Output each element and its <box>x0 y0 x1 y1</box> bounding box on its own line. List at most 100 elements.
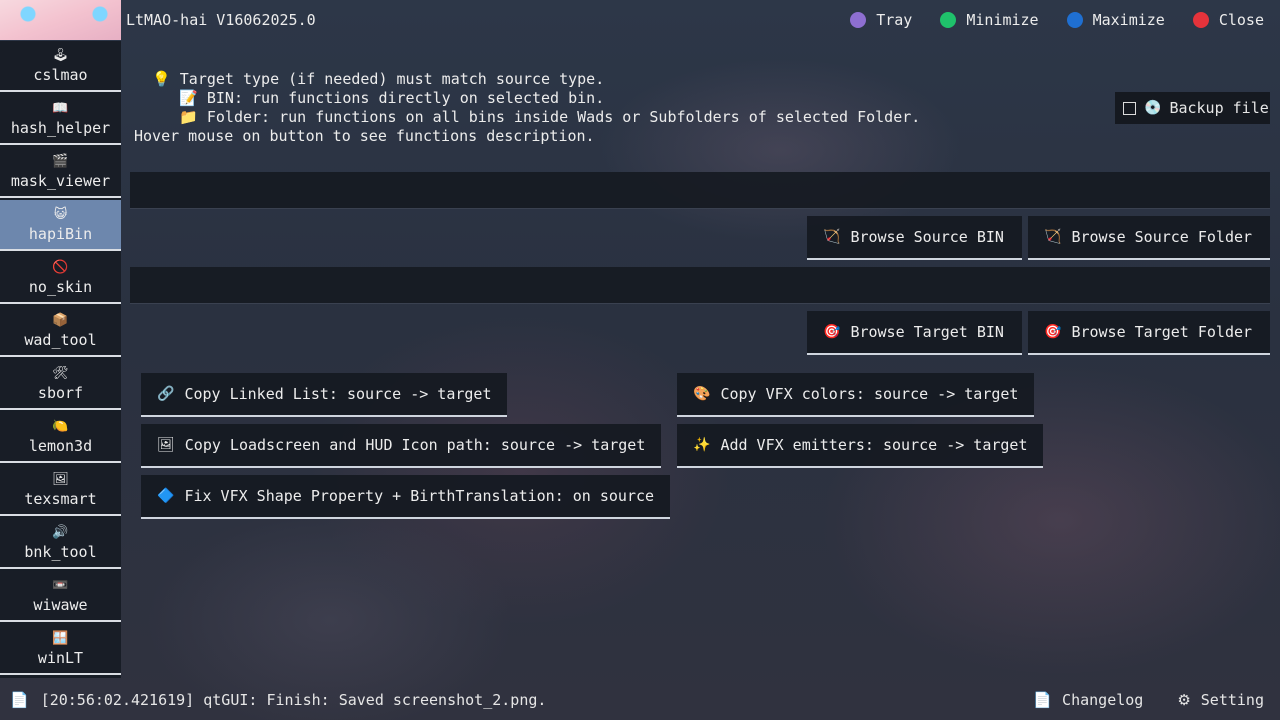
minimize-button[interactable]: Minimize <box>940 11 1039 29</box>
info-line-1: Target type (if needed) must match sourc… <box>179 70 605 88</box>
changelog-button[interactable]: 📄 Changelog <box>1033 691 1143 709</box>
add-vfx-emitters-button[interactable]: ✨ Add VFX emitters: source -> target <box>677 424 1044 468</box>
sidebar-item-wiwawe[interactable]: 📼 wiwawe <box>0 571 121 622</box>
target-path-input[interactable] <box>130 267 1270 304</box>
sidebar-item-mask-viewer[interactable]: 🎬 mask_viewer <box>0 147 121 198</box>
sidebar-item-no-skin[interactable]: 🚫 no_skin <box>0 253 121 304</box>
picture-icon: 🖼 <box>157 437 175 453</box>
log-message: [20:56:02.421619] qtGUI: Finish: Saved s… <box>40 691 547 709</box>
sidebar-item-hash-helper[interactable]: 📖 hash_helper <box>0 94 121 145</box>
minimize-dot-icon <box>940 12 957 28</box>
diamond-icon: 🔷 <box>157 488 175 504</box>
log-area: 📄 [20:56:02.421619] qtGUI: Finish: Saved… <box>10 691 546 709</box>
info-line-3: Folder: run functions on all bins inside… <box>206 108 921 126</box>
cassette-icon: 📼 <box>52 577 69 593</box>
info-line-2: BIN: run functions directly on selected … <box>206 89 605 107</box>
folder-icon: 📁 <box>179 108 198 126</box>
picture-icon: 🖼 <box>52 471 69 487</box>
sidebar-item-label: hash_helper <box>10 118 111 137</box>
sidebar-item-label: lemon3d <box>28 436 93 455</box>
fix-vfx-shape-button[interactable]: 🔷 Fix VFX Shape Property + BirthTranslat… <box>141 475 671 519</box>
lemon-icon: 🍋 <box>52 418 69 434</box>
sidebar-item-label: texsmart <box>24 489 97 508</box>
tray-dot-icon <box>850 12 867 28</box>
browse-source-bin-button[interactable]: 🏹 Browse Source BIN <box>807 216 1022 260</box>
link-icon: 🔗 <box>157 386 175 402</box>
speaker-icon: 🔊 <box>52 524 69 540</box>
sidebar-item-texsmart[interactable]: 🖼 texsmart <box>0 465 121 516</box>
sidebar-item-wad-tool[interactable]: 📦 wad_tool <box>0 306 121 357</box>
sidebar: 🕹 cslmao 📖 hash_helper 🎬 mask_viewer 😺 h… <box>0 41 121 678</box>
fix-vfx-shape-label: Fix VFX Shape Property + BirthTranslatio… <box>184 487 655 505</box>
document-icon: 📄 <box>10 691 29 709</box>
copy-loadscreen-hud-button[interactable]: 🖼 Copy Loadscreen and HUD Icon path: sou… <box>141 424 662 468</box>
package-icon: 📦 <box>52 312 69 328</box>
copy-vfx-colors-label: Copy VFX colors: source -> target <box>720 385 1019 403</box>
sidebar-item-label: bnk_tool <box>24 542 97 561</box>
status-bar: 📄 [20:56:02.421619] qtGUI: Finish: Saved… <box>0 680 1280 720</box>
target-icon: 🎯 <box>823 324 841 340</box>
info-line-4: Hover mouse on button to see functions d… <box>134 127 595 145</box>
browse-source-folder-label: Browse Source Folder <box>1071 228 1253 246</box>
backup-file-checkbox[interactable]: 💿 Backup file <box>1115 92 1270 124</box>
changelog-label: Changelog <box>1062 691 1144 709</box>
disc-icon: 💿 <box>1144 100 1162 116</box>
sidebar-item-winlt[interactable]: 🪟 winLT <box>0 624 121 675</box>
source-path-input[interactable] <box>130 172 1270 209</box>
browse-target-bin-label: Browse Target BIN <box>850 323 1004 341</box>
browse-target-folder-label: Browse Target Folder <box>1071 323 1253 341</box>
sparkles-icon: ✨ <box>693 437 711 453</box>
browse-source-bin-label: Browse Source BIN <box>850 228 1004 246</box>
prohibited-icon: 🚫 <box>52 259 69 275</box>
close-dot-icon <box>1192 12 1209 28</box>
copy-linked-list-button[interactable]: 🔗 Copy Linked List: source -> target <box>141 373 508 417</box>
browse-target-folder-button[interactable]: 🎯 Browse Target Folder <box>1028 311 1270 355</box>
close-button[interactable]: Close <box>1192 11 1264 29</box>
target-icon: 🎯 <box>1044 324 1062 340</box>
avatar <box>0 0 121 40</box>
joystick-icon: 🕹 <box>52 47 69 63</box>
checkbox-icon[interactable] <box>1123 101 1136 115</box>
palette-icon: 🎨 <box>693 386 711 402</box>
gear-icon: ⚙ <box>1177 691 1191 709</box>
sidebar-item-lemon3d[interactable]: 🍋 lemon3d <box>0 412 121 463</box>
setting-button[interactable]: ⚙ Setting <box>1177 691 1264 709</box>
sidebar-item-label: sborf <box>37 383 84 402</box>
title-bar: LtMAO-hai V16062025.0 Tray Minimize Maxi… <box>0 0 1280 42</box>
cat-face-icon: 😺 <box>53 206 68 222</box>
backup-file-label: Backup file <box>1169 99 1269 117</box>
book-icon: 📖 <box>52 100 69 116</box>
window-icon: 🪟 <box>52 630 69 646</box>
sidebar-item-label: cslmao <box>33 65 88 84</box>
sidebar-item-cslmao[interactable]: 🕹 cslmao <box>0 41 121 92</box>
memo-icon: 📝 <box>179 89 198 107</box>
sidebar-item-label: winLT <box>37 648 84 667</box>
maximize-button[interactable]: Maximize <box>1066 11 1165 29</box>
maximize-dot-icon <box>1066 12 1083 28</box>
app-title: LtMAO-hai V16062025.0 <box>126 11 316 29</box>
setting-label: Setting <box>1200 691 1264 709</box>
browse-target-bin-button[interactable]: 🎯 Browse Target BIN <box>807 311 1022 355</box>
document-icon: 📄 <box>1033 691 1053 709</box>
sidebar-item-label: no_skin <box>28 277 93 296</box>
tray-label: Tray <box>876 11 913 29</box>
browse-source-folder-button[interactable]: 🏹 Browse Source Folder <box>1028 216 1270 260</box>
sidebar-item-hapibin[interactable]: 😺 hapiBin <box>0 200 121 251</box>
minimize-label: Minimize <box>966 11 1039 29</box>
window-controls: Tray Minimize Maximize Close <box>850 11 1264 29</box>
copy-linked-list-label: Copy Linked List: source -> target <box>184 385 492 403</box>
sidebar-item-bnk-tool[interactable]: 🔊 bnk_tool <box>0 518 121 569</box>
info-panel: 💡 Target type (if needed) must match sou… <box>134 70 920 146</box>
sidebar-item-label: wad_tool <box>24 330 97 349</box>
sidebar-item-label: hapiBin <box>28 224 93 243</box>
close-label: Close <box>1218 11 1264 29</box>
maximize-label: Maximize <box>1092 11 1165 29</box>
bow-arrow-icon: 🏹 <box>1044 229 1062 245</box>
sidebar-item-label: mask_viewer <box>10 171 111 190</box>
sidebar-item-sborf[interactable]: 🛠 sborf <box>0 359 121 410</box>
sidebar-item-label: wiwawe <box>33 595 88 614</box>
copy-vfx-colors-button[interactable]: 🎨 Copy VFX colors: source -> target <box>677 373 1035 417</box>
clapper-icon: 🎬 <box>52 153 69 169</box>
copy-loadscreen-hud-label: Copy Loadscreen and HUD Icon path: sourc… <box>184 436 646 454</box>
tray-button[interactable]: Tray <box>850 11 912 29</box>
